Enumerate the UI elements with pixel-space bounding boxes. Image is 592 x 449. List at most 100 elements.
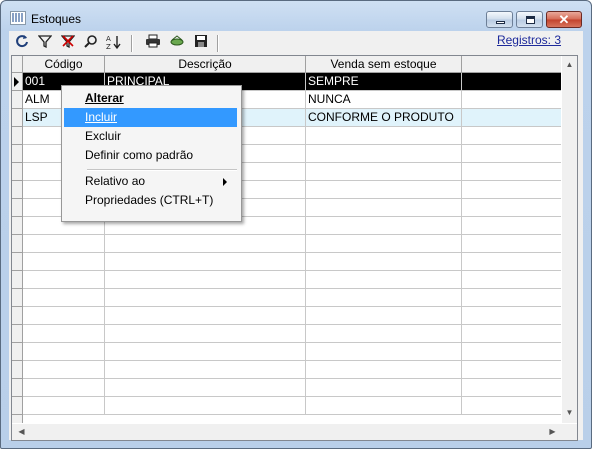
scroll-up-icon[interactable]: ▲ bbox=[562, 60, 577, 69]
empty-cell bbox=[105, 289, 306, 306]
row-indicator bbox=[12, 325, 22, 343]
toolbar: AZ Registros: 3 bbox=[9, 31, 583, 55]
empty-cell bbox=[306, 145, 462, 162]
grid-header: Código Descrição Venda sem estoque bbox=[12, 56, 561, 73]
window-title: Estoques bbox=[31, 12, 82, 26]
export-icon[interactable] bbox=[168, 34, 186, 52]
empty-row bbox=[23, 361, 561, 379]
empty-cell bbox=[306, 181, 462, 198]
menu-item-propriedades[interactable]: Propriedades (CTRL+T) bbox=[64, 191, 237, 210]
col-header-venda[interactable]: Venda sem estoque bbox=[306, 56, 462, 72]
empty-cell bbox=[306, 379, 462, 396]
row-indicator bbox=[12, 379, 22, 397]
cell-venda[interactable]: SEMPRE bbox=[306, 73, 462, 90]
empty-row bbox=[23, 343, 561, 361]
empty-cell bbox=[306, 361, 462, 378]
menu-item-alterar[interactable]: Alterar bbox=[64, 89, 237, 108]
close-icon: ✕ bbox=[558, 12, 570, 27]
print-icon[interactable] bbox=[144, 34, 162, 52]
empty-cell bbox=[306, 217, 462, 234]
minimize-button[interactable] bbox=[486, 11, 513, 28]
clear-filter-icon[interactable] bbox=[59, 34, 77, 52]
col-header-descricao[interactable]: Descrição bbox=[105, 56, 306, 72]
empty-cell bbox=[23, 253, 105, 270]
empty-cell bbox=[105, 325, 306, 342]
empty-cell bbox=[306, 343, 462, 360]
row-indicator bbox=[12, 235, 22, 253]
row-indicator bbox=[12, 289, 22, 307]
vertical-scrollbar[interactable]: ▲ ▼ bbox=[562, 56, 577, 423]
row-indicator bbox=[12, 361, 22, 379]
menu-item-incluir[interactable]: Incluir bbox=[64, 108, 237, 127]
empty-row bbox=[23, 235, 561, 253]
menu-item-definir-padrao[interactable]: Definir como padrão bbox=[64, 146, 237, 165]
context-menu: Alterar Incluir Excluir Definir como pad… bbox=[61, 85, 242, 222]
empty-row bbox=[23, 253, 561, 271]
empty-row bbox=[23, 325, 561, 343]
empty-cell bbox=[105, 235, 306, 252]
save-icon[interactable] bbox=[192, 34, 210, 52]
submenu-arrow-icon bbox=[223, 178, 227, 186]
row-indicator bbox=[12, 127, 22, 145]
empty-row bbox=[23, 289, 561, 307]
registros-link[interactable]: Registros: 3 bbox=[497, 33, 561, 47]
svg-text:A: A bbox=[106, 35, 111, 43]
scroll-right-icon[interactable]: ▶ bbox=[545, 427, 560, 436]
find-icon[interactable] bbox=[82, 34, 100, 52]
empty-cell bbox=[306, 397, 462, 414]
maximize-button[interactable] bbox=[516, 11, 543, 28]
empty-cell bbox=[23, 235, 105, 252]
menu-separator bbox=[87, 169, 237, 171]
row-indicator-column bbox=[12, 73, 23, 423]
empty-cell bbox=[105, 343, 306, 360]
menu-item-excluir[interactable]: Excluir bbox=[64, 127, 237, 146]
row-indicator bbox=[12, 181, 22, 199]
scrollbar-corner bbox=[562, 424, 577, 440]
row-indicator bbox=[12, 253, 22, 271]
empty-cell bbox=[23, 379, 105, 396]
empty-row bbox=[23, 379, 561, 397]
empty-cell bbox=[306, 235, 462, 252]
window: Estoques ✕ AZ Registros: 3 Código Descri… bbox=[0, 0, 592, 449]
svg-text:Z: Z bbox=[106, 43, 111, 50]
empty-cell bbox=[23, 397, 105, 414]
empty-cell bbox=[105, 379, 306, 396]
row-indicator bbox=[12, 217, 22, 235]
scroll-down-icon[interactable]: ▼ bbox=[562, 408, 577, 417]
empty-cell bbox=[23, 325, 105, 342]
cell-venda[interactable]: NUNCA bbox=[306, 91, 462, 108]
title-bar[interactable]: Estoques ✕ bbox=[1, 1, 591, 31]
row-indicator bbox=[12, 199, 22, 217]
cell-venda[interactable]: CONFORME O PRODUTO bbox=[306, 109, 462, 126]
row-indicator bbox=[12, 145, 22, 163]
row-indicator[interactable] bbox=[12, 73, 22, 91]
empty-cell bbox=[306, 253, 462, 270]
app-icon bbox=[10, 11, 26, 25]
empty-cell bbox=[105, 307, 306, 324]
close-button[interactable]: ✕ bbox=[546, 11, 582, 28]
empty-cell bbox=[23, 289, 105, 306]
header-indicator bbox=[12, 56, 23, 72]
empty-cell bbox=[306, 163, 462, 180]
empty-cell bbox=[306, 307, 462, 324]
empty-cell bbox=[23, 361, 105, 378]
horizontal-scrollbar[interactable]: ◀ ▶ bbox=[12, 424, 562, 440]
row-indicator bbox=[12, 307, 22, 325]
row-indicator[interactable] bbox=[12, 91, 22, 109]
row-indicator[interactable] bbox=[12, 109, 22, 127]
empty-cell bbox=[23, 343, 105, 360]
empty-cell bbox=[23, 271, 105, 288]
refresh-icon[interactable] bbox=[13, 34, 31, 52]
scroll-left-icon[interactable]: ◀ bbox=[14, 427, 29, 436]
row-indicator bbox=[12, 163, 22, 181]
filter-icon[interactable] bbox=[36, 34, 54, 52]
col-header-codigo[interactable]: Código bbox=[23, 56, 105, 72]
empty-row bbox=[23, 307, 561, 325]
empty-cell bbox=[306, 325, 462, 342]
sort-icon[interactable]: AZ bbox=[105, 34, 123, 52]
empty-cell bbox=[105, 361, 306, 378]
menu-item-relativo-ao[interactable]: Relativo ao bbox=[64, 172, 237, 191]
toolbar-separator bbox=[217, 35, 219, 52]
toolbar-separator bbox=[131, 35, 133, 52]
empty-cell bbox=[105, 271, 306, 288]
